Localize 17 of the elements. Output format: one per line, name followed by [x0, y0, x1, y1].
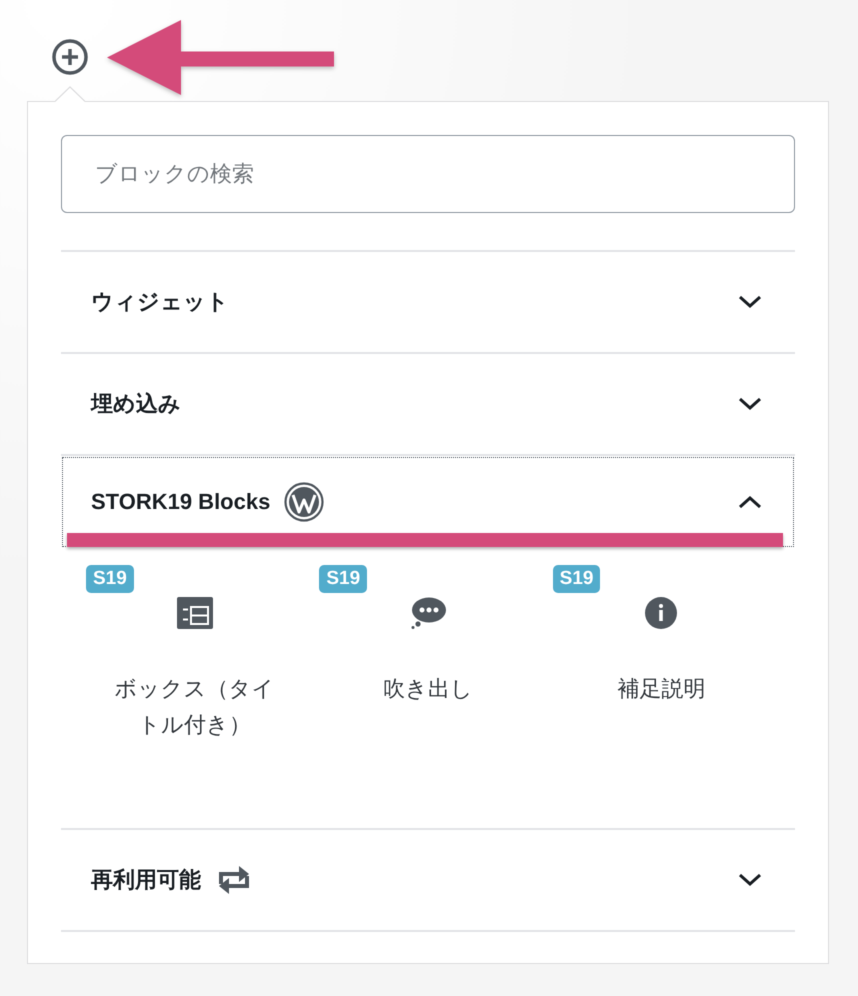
block-button[interactable]: S19 ボックス（タイトル付き）	[78, 565, 312, 743]
category-toggle[interactable]: STORK19 Blocks	[61, 456, 795, 548]
repeat-icon	[218, 865, 250, 895]
titled-box-icon	[176, 597, 213, 629]
plus-circle-icon[interactable]	[52, 39, 88, 75]
search-field[interactable]: ブロックの検索	[61, 135, 795, 213]
category-toggle[interactable]: 埋め込み	[61, 354, 795, 454]
category-toggle[interactable]: 再利用可能	[61, 830, 795, 930]
block-badge: S19	[319, 565, 368, 593]
info-icon	[643, 597, 680, 629]
speech-bubble-icon	[410, 597, 446, 629]
w-logo-icon	[284, 482, 324, 522]
block-badge: S19	[86, 565, 134, 593]
block-button[interactable]: S19 吹き出し	[311, 565, 545, 743]
block-button[interactable]: S19 補足説明	[544, 565, 778, 743]
block-badge: S19	[552, 565, 600, 593]
category-toggle[interactable]: ウィジェット	[61, 252, 795, 352]
